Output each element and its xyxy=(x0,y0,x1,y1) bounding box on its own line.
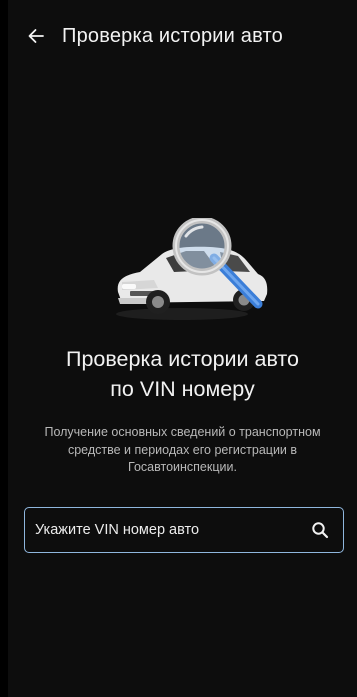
description-line: Получение основных сведений о транспортн… xyxy=(44,425,321,439)
vin-search-field[interactable] xyxy=(24,507,344,553)
headline-line: Проверка истории авто xyxy=(65,347,299,371)
screen: Проверка истории авто Проверка истории а… xyxy=(8,0,357,697)
page-title: Проверка истории авто xyxy=(62,24,283,47)
description-line: Госавтоинспекции. xyxy=(128,460,237,474)
headline-line: по VIN номеру xyxy=(110,377,255,401)
back-button[interactable] xyxy=(22,22,50,50)
headline: Проверка истории авто по VIN номеру xyxy=(8,344,357,404)
description: Получение основных сведений о транспортн… xyxy=(8,424,357,477)
app-bar: Проверка истории авто xyxy=(8,16,357,56)
description-line: средстве и периодах его регистрации в xyxy=(67,442,298,457)
search-icon xyxy=(312,522,329,539)
arrow-left-icon xyxy=(28,29,44,43)
car-magnifier-icon xyxy=(116,218,268,320)
vin-input[interactable] xyxy=(35,522,302,538)
search-button[interactable] xyxy=(302,512,338,548)
